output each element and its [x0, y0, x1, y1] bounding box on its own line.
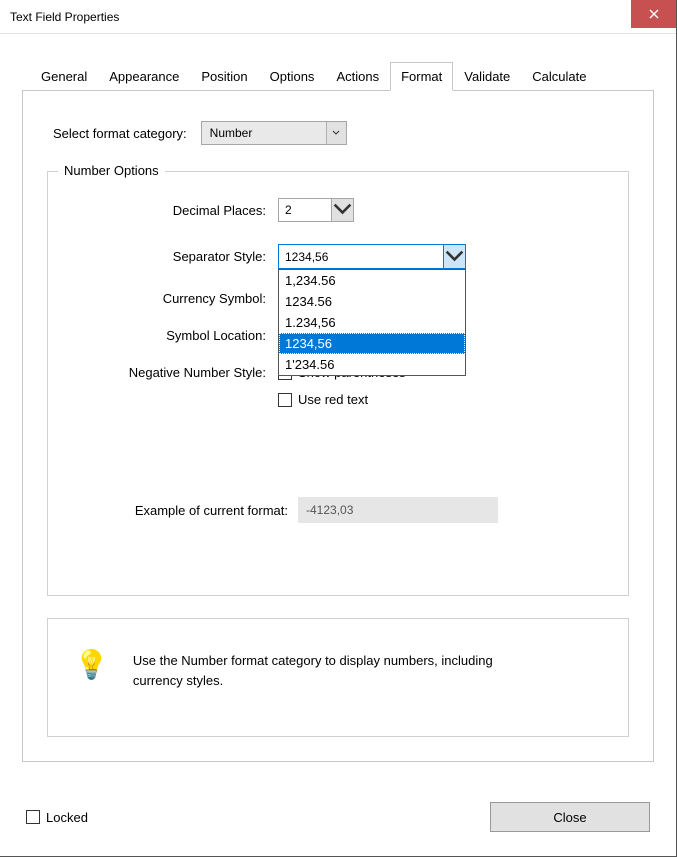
chevron-down-icon	[443, 245, 465, 268]
separator-option[interactable]: 1234.56	[279, 291, 465, 312]
number-options-group: Number Options Decimal Places: 2 Separat…	[47, 171, 629, 596]
tab-general[interactable]: General	[30, 62, 98, 90]
separator-option[interactable]: 1,234.56	[279, 270, 465, 291]
close-button-label: Close	[553, 810, 586, 825]
row-decimal: Decimal Places: 2	[68, 198, 608, 222]
tab-appearance[interactable]: Appearance	[98, 62, 190, 90]
decimal-places-stepper[interactable]: 2	[278, 198, 354, 222]
separator-label: Separator Style:	[68, 249, 278, 264]
tab-panel-format: Select format category: Number Number Op…	[22, 90, 654, 762]
checkbox-icon	[278, 393, 292, 407]
symbol-location-label: Symbol Location:	[68, 328, 278, 343]
separator-option[interactable]: 1234,56	[279, 333, 465, 354]
tab-position[interactable]: Position	[190, 62, 258, 90]
tab-format[interactable]: Format	[390, 62, 453, 91]
window-title: Text Field Properties	[10, 10, 119, 24]
tab-calculate[interactable]: Calculate	[521, 62, 597, 90]
tab-actions[interactable]: Actions	[325, 62, 390, 90]
row-separator: Separator Style: 1234,56 1,234.56 1234.5…	[68, 244, 608, 269]
category-select[interactable]: Number	[201, 121, 347, 145]
example-value: -4123,03	[298, 497, 498, 523]
info-text: Use the Number format category to displa…	[133, 651, 513, 690]
locked-checkbox-row[interactable]: Locked	[26, 810, 88, 825]
locked-label: Locked	[46, 810, 88, 825]
row-category: Select format category: Number	[53, 121, 629, 145]
close-icon	[649, 9, 659, 19]
close-window-button[interactable]	[631, 0, 676, 28]
tab-strip: General Appearance Position Options Acti…	[30, 62, 654, 90]
row-negative-2: Use red text	[68, 392, 608, 407]
titlebar: Text Field Properties	[0, 0, 676, 34]
chevron-down-icon	[331, 199, 353, 221]
close-button[interactable]: Close	[490, 802, 650, 832]
dialog-footer: Locked Close	[0, 802, 676, 856]
separator-option[interactable]: 1.234,56	[279, 312, 465, 333]
dialog-window: Text Field Properties General Appearance…	[0, 0, 677, 857]
category-select-value: Number	[210, 126, 326, 140]
decimal-value: 2	[279, 199, 331, 221]
negative-label: Negative Number Style:	[68, 365, 278, 380]
use-red-text-checkbox-row[interactable]: Use red text	[278, 392, 368, 407]
currency-label: Currency Symbol:	[68, 291, 278, 306]
category-label: Select format category:	[53, 126, 187, 141]
decimal-label: Decimal Places:	[68, 203, 278, 218]
separator-combo-box[interactable]: 1234,56	[278, 244, 466, 269]
separator-option[interactable]: 1'234.56	[279, 354, 465, 375]
tab-validate[interactable]: Validate	[453, 62, 521, 90]
fieldset-legend: Number Options	[58, 163, 165, 178]
lightbulb-icon: 💡	[74, 651, 109, 679]
dialog-body: General Appearance Position Options Acti…	[0, 34, 676, 778]
info-box: 💡 Use the Number format category to disp…	[47, 618, 629, 737]
separator-combo[interactable]: 1234,56 1,234.56 1234.56 1.234,56 1234,5…	[278, 244, 466, 269]
checkbox-icon	[26, 810, 40, 824]
tab-options[interactable]: Options	[259, 62, 326, 90]
example-label: Example of current format:	[68, 503, 298, 518]
use-red-text-label: Use red text	[298, 392, 368, 407]
row-example: Example of current format: -4123,03	[68, 497, 608, 523]
chevron-down-icon	[326, 122, 346, 144]
separator-dropdown-list: 1,234.56 1234.56 1.234,56 1234,56 1'234.…	[278, 269, 466, 376]
separator-value: 1234,56	[285, 250, 328, 264]
